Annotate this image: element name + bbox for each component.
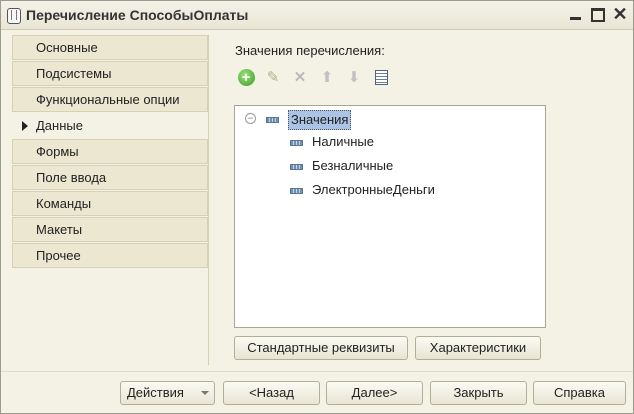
tree-item-label: Наличные — [312, 134, 374, 149]
attribute-icon — [290, 188, 303, 194]
footer-divider — [1, 371, 633, 372]
tree-item-label: Безналичные — [312, 158, 394, 173]
standard-attributes-button[interactable]: Стандартные реквизиты — [234, 336, 408, 360]
tree-root-label: Значения — [288, 110, 352, 130]
move-up-icon[interactable]: ⬆ — [316, 67, 338, 89]
list-icon[interactable] — [370, 67, 392, 89]
sidebar-item-label: Команды — [36, 196, 92, 211]
values-tree[interactable]: − Значения Наличные Безналичные Электрон… — [234, 105, 546, 328]
sidebar-item-label: Функциональные опции — [36, 92, 180, 107]
actions-dropdown[interactable]: Действия — [120, 381, 215, 405]
attribute-icon — [290, 140, 303, 146]
sidebar-item-input-field[interactable]: Поле ввода — [12, 165, 208, 190]
sidebar-item-label: Основные — [36, 40, 98, 55]
title-bar: Перечисление СпособыОплаты ✕ — [1, 1, 633, 30]
sidebar-item-label: Поле ввода — [36, 170, 107, 185]
tree-item-label: ЭлектронныеДеньги — [312, 182, 435, 197]
characteristics-button[interactable]: Характеристики — [415, 336, 541, 360]
sidebar-item-main[interactable]: Основные — [12, 35, 208, 60]
add-icon[interactable]: + — [235, 67, 257, 89]
attribute-icon — [266, 117, 279, 123]
sidebar-nav: Основные Подсистемы Функциональные опции… — [12, 35, 212, 269]
sidebar-item-label: Макеты — [36, 222, 83, 237]
sidebar-item-commands[interactable]: Команды — [12, 191, 208, 216]
sidebar-item-label: Прочее — [36, 248, 81, 263]
maximize-icon[interactable] — [589, 5, 607, 23]
next-button[interactable]: Далее> — [326, 381, 423, 405]
close-icon[interactable]: ✕ — [611, 5, 629, 23]
sidebar-item-functional-options[interactable]: Функциональные опции — [12, 87, 208, 112]
collapse-icon[interactable]: − — [245, 113, 256, 124]
sidebar-item-templates[interactable]: Макеты — [12, 217, 208, 242]
sidebar-item-label: Данные — [36, 118, 83, 133]
back-button[interactable]: <Назад — [223, 381, 320, 405]
sidebar-item-label: Подсистемы — [36, 66, 112, 81]
help-button[interactable]: Справка — [533, 381, 626, 405]
move-down-icon[interactable]: ⬇ — [343, 67, 365, 89]
sidebar-item-subsystems[interactable]: Подсистемы — [12, 61, 208, 86]
sidebar-item-label: Формы — [36, 144, 79, 159]
tree-item[interactable]: ЭлектронныеДеньги — [235, 180, 543, 200]
chevron-down-icon — [201, 391, 209, 395]
window-title: Перечисление СпособыОплаты — [26, 7, 249, 23]
attribute-icon — [290, 164, 303, 170]
sidebar-item-other[interactable]: Прочее — [12, 243, 208, 268]
tree-item[interactable]: Наличные — [235, 132, 543, 152]
enum-editor-window: Перечисление СпособыОплаты ✕ Основные По… — [0, 0, 634, 414]
sidebar-item-forms[interactable]: Формы — [12, 139, 208, 164]
enum-values-label: Значения перечисления: — [235, 43, 385, 58]
close-button[interactable]: Закрыть — [430, 381, 527, 405]
delete-icon[interactable]: ✕ — [289, 67, 311, 89]
minimize-icon[interactable] — [567, 5, 585, 23]
current-arrow-icon — [22, 121, 28, 131]
tree-root-row[interactable]: − Значения — [235, 109, 543, 130]
tree-item[interactable]: Безналичные — [235, 156, 543, 176]
app-icon — [7, 8, 21, 24]
data-panel: Значения перечисления: + ✎ ✕ ⬆ ⬇ − Значе… — [208, 35, 621, 365]
sidebar-item-data[interactable]: Данные — [12, 113, 212, 138]
edit-icon[interactable]: ✎ — [262, 67, 284, 89]
actions-label: Действия — [127, 385, 184, 400]
